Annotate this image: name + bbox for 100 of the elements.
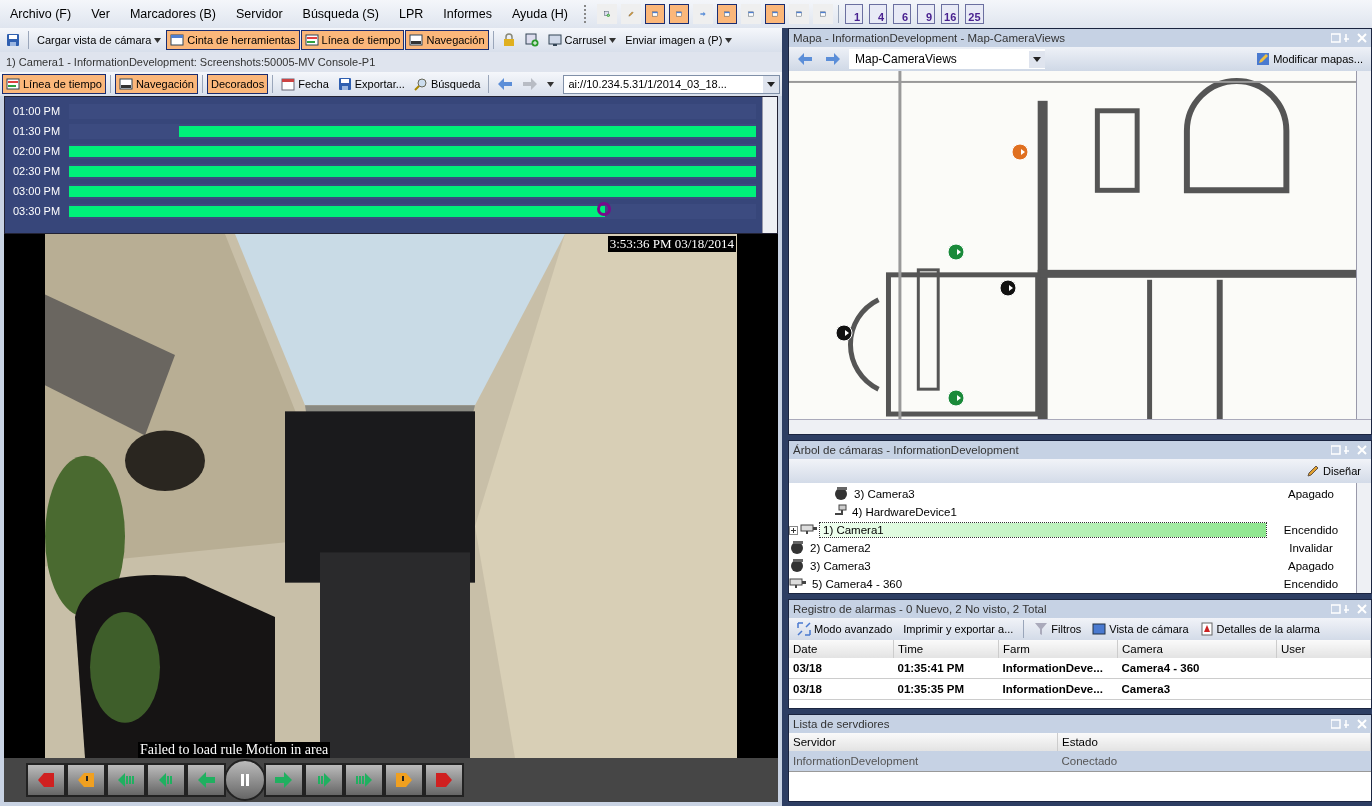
menu-item[interactable]: Ver [81,7,120,21]
toggle-button[interactable]: Cinta de herramientas [166,30,300,50]
toolbar-button[interactable]: Exportar... [333,74,409,94]
toolbar-button[interactable]: Detalles de la alarma [1195,619,1324,639]
grid-layout-button[interactable]: 9 [917,4,936,24]
edit-maps-button[interactable]: Modificar mapas... [1252,49,1367,69]
next-alarm-button[interactable] [424,763,464,797]
timeline-time-label: 01:30 PM [13,125,62,137]
toggle-button[interactable]: Navegación [114,74,198,94]
dropdown-button[interactable]: Carrusel [543,30,621,50]
toggle-button[interactable]: Navegación [405,30,489,50]
back-arrow-icon [196,770,216,790]
column-header[interactable]: Camera [1117,640,1277,658]
camera-marker-icon [947,243,965,261]
menu-item[interactable]: Servidor [226,7,293,21]
grid-layout-button[interactable]: 4 [869,4,888,24]
expand-button[interactable] [789,525,798,535]
grid-layout-button[interactable]: 1 [845,4,864,24]
toolbar-button[interactable]: Modo avanzado [793,619,897,639]
playhead-marker[interactable] [596,201,611,216]
toggle-button[interactable]: Línea de tiempo [2,74,106,94]
step-back-button[interactable] [146,763,186,797]
rewind-button[interactable] [186,763,226,797]
tree-item[interactable]: 3) Camera3 [807,559,1266,573]
next-alert-button[interactable] [384,763,424,797]
save-icon [6,33,20,47]
column-header[interactable]: User [1276,640,1371,658]
timeline-time-label: 02:00 PM [13,145,62,157]
menu-item[interactable]: Informes [433,7,502,21]
toolbar-button[interactable]: Búsqueda [409,74,485,94]
grid-layout-button[interactable]: 6 [893,4,912,24]
calendar-icon [281,77,296,91]
scrollbar[interactable] [1356,483,1371,593]
layout-tool-button[interactable] [717,4,738,24]
recording-bar[interactable] [178,125,756,137]
timeline-time-label: 01:00 PM [13,105,62,117]
table-cell: 01:35:41 PM [893,658,999,679]
scrollbar[interactable] [1356,71,1371,419]
previous-alarm-button[interactable] [26,763,66,797]
table-cell: 03/18 [789,658,894,679]
tree-item[interactable]: 3) Camera3 [851,487,1266,501]
layout-tool-button[interactable] [645,4,666,24]
layout-tool-button[interactable] [765,4,786,24]
previous-alert-button[interactable] [66,763,106,797]
timeline-track[interactable] [69,203,756,219]
grid-layout-button[interactable]: 16 [941,4,960,24]
table-cell: 01:35:35 PM [893,678,999,700]
scrollbar[interactable] [762,97,777,233]
layout-tool-button[interactable] [669,4,690,24]
address-field[interactable]: ai://10.234.5.31/1/2014_03_18... [563,74,780,94]
toolbar-button[interactable]: Filtros [1030,619,1086,639]
save-icon [337,77,352,91]
dropdown-button[interactable]: Cargar vista de cámara [33,30,166,50]
table-cell: 03/18 [789,678,894,700]
camera-status: Invalidar [1288,542,1334,554]
caret-icon [609,38,617,43]
menu-item[interactable]: Marcadores (B) [119,7,227,21]
toolbar-button[interactable]: Vista de cámara [1088,619,1193,639]
menu-item[interactable]: Ayuda (H) [502,7,579,21]
fast-rewind-button[interactable] [106,763,146,797]
alert-arrow-icon [76,770,96,790]
design-button[interactable]: Diseñar [1302,461,1365,481]
recording-bar[interactable] [69,205,605,217]
timeline-track[interactable] [69,123,756,139]
tree-item[interactable]: 4) HardwareDevice1 [849,505,1266,519]
camera-marker-icon [1011,143,1029,161]
toolbar-button[interactable]: Imprimir y exportar a... [899,619,1018,639]
panel-title: Registro de alarmas - 0 Nuevo, 2 No visto, 2 Total [793,603,1048,615]
scrollbar[interactable] [789,419,1371,434]
tree-item[interactable]: 1) Camera1 [820,523,1266,537]
menu-item[interactable]: LPR [389,7,434,21]
video-message: Failed to load rule Motion in area [138,742,331,758]
panel-title: Lista de servdiores [793,718,891,730]
table-cell: Camera3 [1117,678,1277,700]
window-buttons-icon [1331,445,1367,455]
fast-forward-button[interactable] [344,763,384,797]
menu-item[interactable]: Búsqueda (S) [292,7,389,21]
dropdown-button[interactable]: Enviar imagen a (P) [621,30,737,50]
camera-view-icon [1092,622,1107,636]
dome-camera-icon [789,558,805,572]
tree-item[interactable]: 5) Camera4 - 360 [809,577,1266,591]
toggle-button[interactable]: Línea de tiempo [300,30,405,50]
box-camera-icon [800,523,818,535]
column-header[interactable]: Farm [998,640,1118,658]
play-icon [274,770,294,790]
grid-layout-button[interactable]: 25 [965,4,984,24]
play-button[interactable] [264,763,304,797]
tree-item[interactable]: 2) Camera2 [807,541,1266,555]
column-header[interactable]: Estado [1057,733,1371,751]
column-header[interactable]: Date [789,640,894,658]
toggle-button[interactable]: Decorados [207,74,269,94]
edit-map-icon [1256,52,1271,66]
column-header[interactable]: Servidor [789,733,1058,751]
step-forward-button[interactable] [304,763,344,797]
map-select[interactable]: Map-CameraViews [849,49,1045,69]
toolbar-button[interactable]: Fecha [277,74,333,94]
column-header[interactable]: Time [893,640,999,658]
menu-item[interactable]: Archivo (F) [0,7,82,21]
add-view-icon [524,33,539,47]
pause-button[interactable] [224,759,266,801]
